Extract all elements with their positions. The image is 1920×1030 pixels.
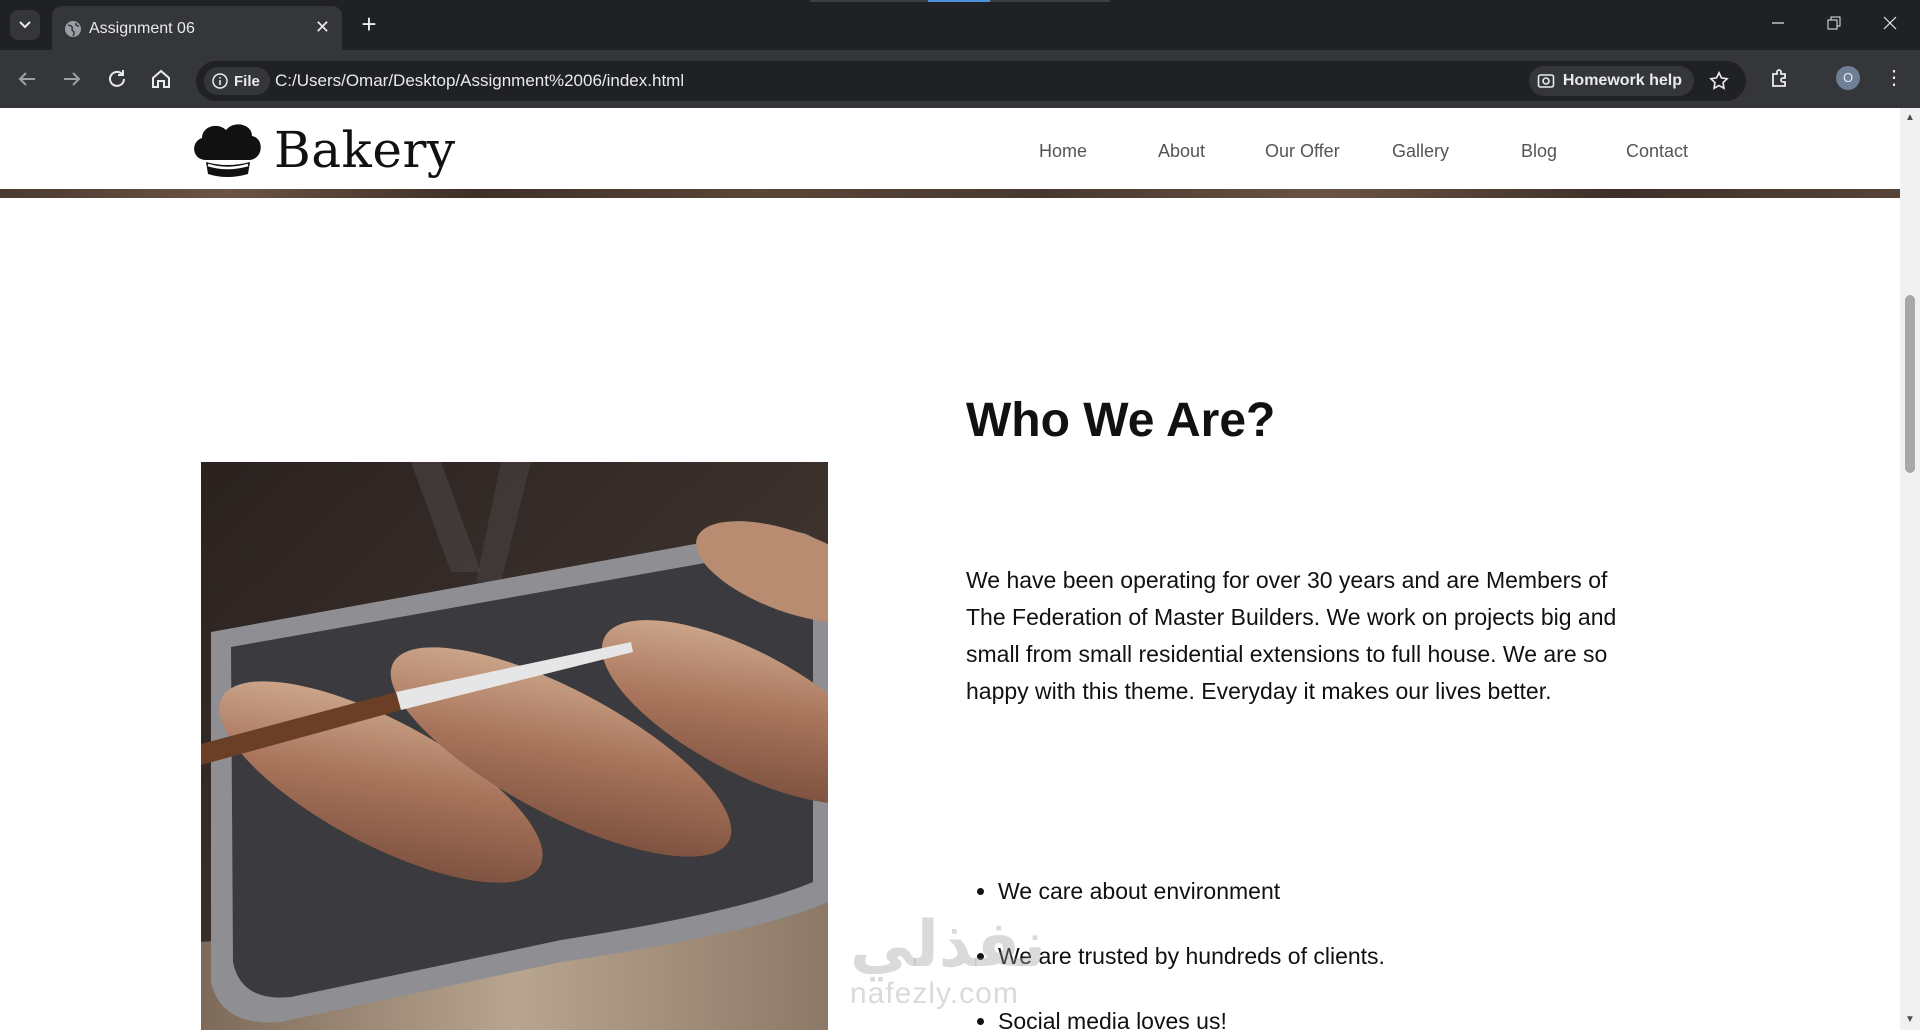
back-arrow-icon[interactable]	[15, 67, 39, 91]
profile-avatar[interactable]: O	[1836, 66, 1860, 90]
list-item: Social media loves us!	[998, 1008, 1385, 1030]
puzzle-icon[interactable]	[1768, 67, 1792, 91]
restore-icon	[1827, 16, 1841, 30]
restore-button[interactable]	[1806, 0, 1862, 46]
homework-help-label: Homework help	[1562, 72, 1682, 89]
brand-name: Bakery	[274, 121, 456, 179]
close-window-button[interactable]	[1862, 0, 1918, 46]
nav-gallery[interactable]: Gallery	[1392, 141, 1449, 162]
site-info-chip[interactable]: File	[204, 67, 270, 95]
browser-tab[interactable]: Assignment 06 ✕	[52, 6, 342, 50]
more-vert-icon[interactable]: ⋮	[1884, 65, 1904, 90]
list-item: We care about environment	[998, 878, 1385, 943]
scroll-up-arrow[interactable]: ▲	[1904, 112, 1916, 123]
tab-strip-highlight	[928, 0, 990, 2]
address-bar[interactable]: File C:/Users/Omar/Desktop/Assignment%20…	[196, 61, 1746, 101]
star-icon[interactable]	[1708, 70, 1730, 92]
tab-title: Assignment 06	[89, 20, 195, 37]
site-header: Bakery Home About Our Offer Gallery Blog…	[0, 108, 1900, 189]
file-label: File	[234, 72, 260, 90]
page-viewport: Bakery Home About Our Offer Gallery Blog…	[0, 108, 1900, 1030]
bread-photo	[201, 462, 828, 1030]
nav-blog[interactable]: Blog	[1521, 141, 1557, 162]
minimize-button[interactable]	[1750, 0, 1806, 46]
section-title: Who We Are?	[966, 394, 1276, 447]
tab-strip: Assignment 06 ✕ +	[0, 0, 1920, 50]
camera-search-icon	[1537, 74, 1555, 88]
nav-contact[interactable]: Contact	[1626, 141, 1688, 162]
nav-home[interactable]: Home	[1039, 141, 1087, 162]
hero-image-edge	[0, 189, 1900, 198]
browser-toolbar: File C:/Users/Omar/Desktop/Assignment%20…	[0, 50, 1920, 108]
homework-help-button[interactable]: Homework help	[1528, 66, 1694, 96]
new-tab-button[interactable]: +	[354, 10, 384, 40]
forward-arrow-icon[interactable]	[60, 67, 84, 91]
tab-search-button[interactable]	[10, 10, 40, 40]
info-icon	[212, 73, 228, 89]
chef-hat-icon	[194, 124, 261, 177]
globe-icon	[65, 21, 81, 37]
minimize-icon	[1772, 22, 1784, 24]
url-text[interactable]: C:/Users/Omar/Desktop/Assignment%2006/in…	[275, 71, 684, 91]
bread-tray-image	[201, 462, 828, 1030]
home-icon[interactable]	[149, 67, 173, 91]
scrollbar-thumb[interactable]	[1905, 295, 1915, 473]
nav-about[interactable]: About	[1158, 141, 1205, 162]
scrollbar-track[interactable]	[1900, 108, 1920, 1030]
reload-icon[interactable]	[105, 67, 129, 91]
about-list: We care about environment We are trusted…	[966, 878, 1385, 1030]
nav-our-offer[interactable]: Our Offer	[1265, 141, 1340, 162]
chevron-down-icon	[19, 21, 31, 29]
close-icon	[1883, 16, 1897, 30]
site-logo[interactable]: Bakery	[188, 120, 456, 180]
list-item: We are trusted by hundreds of clients.	[998, 943, 1385, 1008]
close-tab-icon[interactable]: ✕	[315, 17, 330, 38]
about-paragraph: We have been operating for over 30 years…	[966, 567, 1617, 704]
scroll-down-arrow[interactable]: ▼	[1904, 1014, 1916, 1025]
